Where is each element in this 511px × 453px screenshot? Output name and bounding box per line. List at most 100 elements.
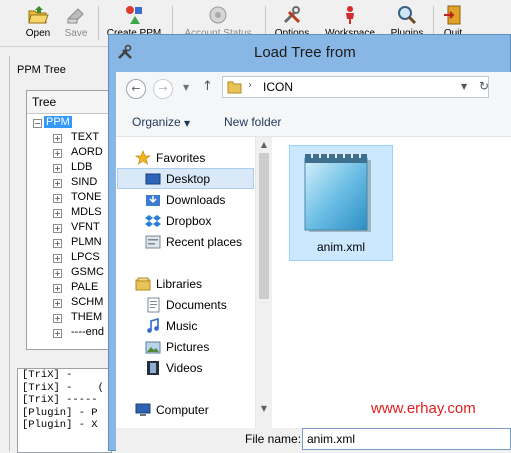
scroll-down-icon[interactable]: ▼	[259, 404, 269, 414]
tree-node-label[interactable]: ----end	[71, 326, 104, 338]
tree-node-label[interactable]: TEXT	[71, 131, 99, 143]
desktop-icon	[145, 173, 161, 185]
tree-node-row[interactable]: + AORD	[27, 146, 113, 161]
tree-node-row[interactable]: + VFNT	[27, 221, 113, 236]
tree-node-label[interactable]: LDB	[71, 161, 92, 173]
notepad-document-icon	[304, 152, 371, 232]
address-dropdown-icon[interactable]: ▼	[461, 82, 467, 91]
expand-icon[interactable]: +	[53, 254, 62, 263]
navigation-scrollbar[interactable]: ▲ ▼	[255, 137, 272, 428]
open-button[interactable]: Open	[20, 4, 56, 44]
log-line: [Plugin] - P	[22, 406, 98, 419]
magnifier-icon	[398, 6, 417, 25]
film-strip-icon	[147, 361, 159, 375]
new-folder-button[interactable]: New folder	[224, 115, 281, 129]
log-line: [TriX] -----	[22, 394, 98, 406]
documents-icon	[147, 297, 160, 313]
tree-node-row[interactable]: + THEM	[27, 311, 113, 326]
recent-locations-dropdown-icon[interactable]: ▼	[183, 83, 189, 92]
breadcrumb-chevron-icon[interactable]: ›	[248, 80, 252, 91]
tree-node-label[interactable]: THEM	[71, 311, 102, 323]
command-bar: Organize ▼ New folder	[116, 106, 511, 137]
tools-icon	[283, 6, 301, 24]
expand-icon[interactable]: +	[53, 269, 62, 278]
watermark-text: www.erhay.com	[371, 400, 476, 417]
expand-icon[interactable]: +	[53, 224, 62, 233]
expand-icon[interactable]: +	[53, 179, 62, 188]
ppm-tree-view[interactable]: Tree − PPM + TEXT + AORD + LDB + SIND + TONE + MDLS…	[26, 90, 114, 350]
save-button[interactable]: Save	[58, 4, 94, 44]
tree-node-row[interactable]: + TEXT	[27, 131, 113, 146]
tree-root-row[interactable]: − PPM	[27, 116, 113, 132]
tree-column-header[interactable]: Tree	[27, 91, 113, 114]
expand-icon[interactable]: +	[53, 284, 62, 293]
pictures-icon	[145, 341, 161, 354]
expand-icon[interactable]: +	[53, 194, 62, 203]
expand-icon[interactable]: +	[53, 164, 62, 173]
tree-node-label[interactable]: MDLS	[71, 206, 102, 218]
scrollbar-thumb[interactable]	[259, 153, 269, 299]
refresh-icon[interactable]: ↻	[476, 79, 492, 95]
tree-node-row[interactable]: + SIND	[27, 176, 113, 191]
tree-node-row[interactable]: + LDB	[27, 161, 113, 176]
file-name-input[interactable]	[302, 428, 511, 450]
expand-icon[interactable]: +	[53, 329, 62, 338]
collapse-icon[interactable]: −	[33, 119, 42, 128]
tree-node-label[interactable]: VFNT	[71, 221, 100, 233]
tree-node-row[interactable]: + PALE	[27, 281, 113, 296]
recent-places-icon	[145, 235, 161, 249]
account-status-icon	[209, 6, 227, 24]
tree-node-row[interactable]: + SCHM	[27, 296, 113, 311]
tree-node-label[interactable]: GSMC	[71, 266, 104, 278]
tree-node-label[interactable]: LPCS	[71, 251, 100, 263]
expand-icon[interactable]: +	[53, 209, 62, 218]
expand-icon[interactable]: +	[53, 299, 62, 308]
up-arrow-icon[interactable]: ↑	[202, 79, 213, 94]
tree-node-row[interactable]: + PLMN	[27, 236, 113, 251]
dialog-title: Load Tree from	[254, 44, 356, 61]
tree-node-label[interactable]: PLMN	[71, 236, 102, 248]
panel-divider	[9, 56, 10, 451]
tree-node-label[interactable]: SCHM	[71, 296, 103, 308]
tree-root-label[interactable]: PPM	[44, 116, 72, 128]
save-disk-icon	[67, 8, 84, 24]
expand-icon[interactable]: +	[53, 149, 62, 158]
tree-node-row[interactable]: + ----end	[27, 326, 113, 341]
computer-icon	[135, 403, 151, 416]
ppm-tree-panel-label: PPM Tree	[17, 64, 66, 76]
log-line: [TriX] - (	[22, 381, 104, 394]
tree-node-row[interactable]: + TONE	[27, 191, 113, 206]
tree-node-label[interactable]: AORD	[71, 146, 103, 158]
log-output[interactable]: [TriX] - [TriX] - ( [TriX] ----- [Plugin…	[17, 368, 112, 453]
forward-arrow-icon[interactable]: →	[153, 79, 173, 99]
tree-node-label[interactable]: TONE	[71, 191, 101, 203]
tree-node-row[interactable]: + GSMC	[27, 266, 113, 281]
tree-node-row[interactable]: + MDLS	[27, 206, 113, 221]
log-line: [Plugin] - X	[22, 419, 98, 431]
music-note-icon	[147, 318, 159, 333]
file-name-label[interactable]: anim.xml	[289, 240, 393, 254]
back-arrow-icon[interactable]: ←	[126, 79, 146, 99]
expand-icon[interactable]: +	[53, 134, 62, 143]
expand-icon[interactable]: +	[53, 239, 62, 248]
star-icon	[135, 150, 151, 165]
file-name-field-label: File name:	[245, 432, 302, 446]
libraries-icon	[135, 277, 151, 291]
address-path[interactable]: ICON	[263, 80, 293, 94]
workspace-figure-icon	[346, 6, 354, 24]
shapes-icon	[126, 6, 142, 24]
exit-door-icon	[444, 5, 461, 25]
tree-node-label[interactable]: PALE	[71, 281, 98, 293]
address-bar[interactable]: › ICON ▼	[222, 76, 489, 98]
toolbar-separator	[98, 6, 99, 40]
expand-icon[interactable]: +	[53, 314, 62, 323]
log-line: [TriX] -	[22, 369, 73, 381]
organize-button[interactable]: Organize ▼	[132, 115, 190, 129]
downloads-icon	[146, 195, 160, 206]
open-folder-icon	[28, 6, 49, 24]
tree-node-label[interactable]: SIND	[71, 176, 97, 188]
tree-node-row[interactable]: + LPCS	[27, 251, 113, 266]
dropbox-icon	[145, 215, 161, 227]
scroll-up-icon[interactable]: ▲	[259, 140, 269, 150]
folder-icon	[227, 81, 242, 94]
